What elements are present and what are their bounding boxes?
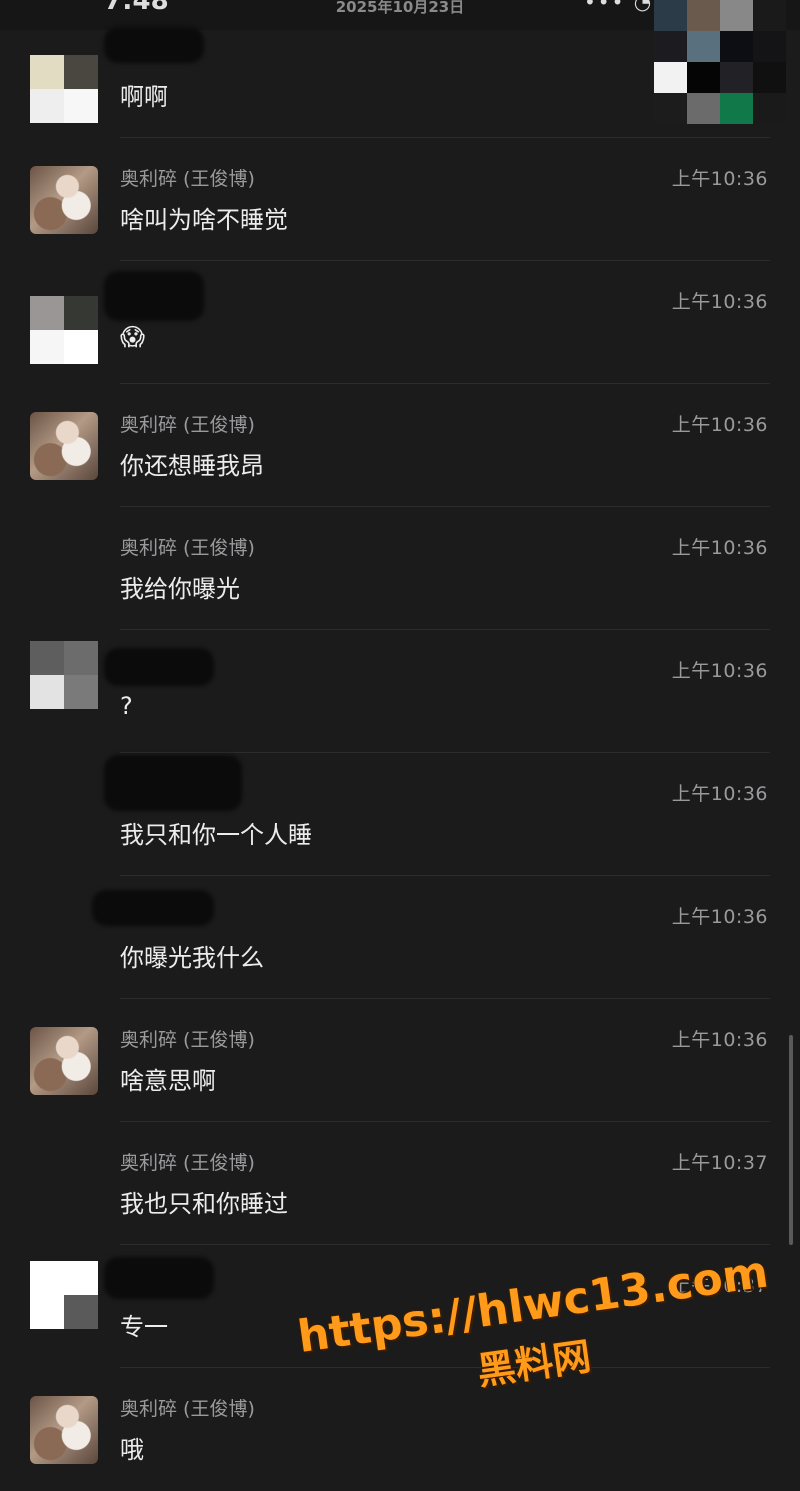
chat-message[interactable]: 上午10:36 😱 [0, 261, 800, 384]
message-time: 上午10:36 [671, 168, 768, 190]
message-text: 啥叫为啥不睡觉 [120, 206, 288, 234]
message-time: 上午10:37 [671, 1152, 768, 1174]
chat-message[interactable]: 上午10:36 ? [0, 630, 800, 753]
avatar[interactable] [30, 1261, 98, 1329]
message-text: 你还想睡我昂 [120, 452, 264, 480]
message-emoji: 😱 [120, 323, 146, 351]
scrollbar[interactable] [789, 1035, 793, 1245]
chat-message[interactable]: 奥利碎 (王俊博) 上午10:36 我给你曝光 [0, 507, 800, 630]
chat-message[interactable]: 奥利碎 (王俊博) 上午10:36 啥意思啊 [0, 999, 800, 1122]
sender-name: 奥利碎 (王俊博) [120, 168, 255, 190]
message-time: 上午10:36 [671, 783, 768, 805]
signal-icon: ••• ◔ [584, 0, 654, 14]
sender-name: 奥利碎 (王俊博) [120, 1029, 255, 1051]
avatar[interactable] [30, 641, 98, 709]
redacted-name [104, 755, 242, 811]
message-text: 你曝光我什么 [120, 944, 264, 972]
message-time: 上午10:36 [671, 906, 768, 928]
avatar[interactable] [30, 55, 98, 123]
message-text: 啥意思啊 [120, 1067, 216, 1095]
message-text: 我只和你一个人睡 [120, 821, 312, 849]
redacted-name [104, 27, 204, 63]
message-text: 啊啊 [120, 83, 168, 111]
message-text: 哦 [120, 1436, 144, 1464]
message-time: 上午10:36 [671, 414, 768, 436]
sender-name: 奥利碎 (王俊博) [120, 414, 255, 436]
chat-message[interactable]: 啊啊 [0, 15, 800, 138]
avatar[interactable] [30, 296, 98, 364]
avatar[interactable] [30, 1396, 98, 1464]
message-text: 我也只和你睡过 [120, 1190, 288, 1218]
redacted-name [92, 890, 214, 926]
message-text: 专一 [120, 1313, 168, 1341]
redacted-name [104, 1257, 214, 1299]
message-time: 上午10:36 [671, 291, 768, 313]
chat-message[interactable]: 上午10:36 你曝光我什么 [0, 876, 800, 999]
avatar[interactable] [30, 166, 98, 234]
chat-message[interactable]: 奥利碎 (王俊博) 上午10:36 啥叫为啥不睡觉 [0, 138, 800, 261]
avatar[interactable] [30, 412, 98, 480]
message-text: ? [120, 692, 133, 720]
chat-message[interactable]: 上午10:36 我只和你一个人睡 [0, 753, 800, 876]
sender-name: 奥利碎 (王俊博) [120, 1398, 255, 1420]
sender-name: 奥利碎 (王俊博) [120, 537, 255, 559]
chat-message[interactable]: 奥利碎 (王俊博) 上午10:37 我也只和你睡过 [0, 1122, 800, 1245]
sender-name: 奥利碎 (王俊博) [120, 1152, 255, 1174]
avatar[interactable] [30, 1027, 98, 1095]
message-time: 上午10:36 [671, 660, 768, 682]
redacted-name [104, 648, 214, 686]
message-text: 我给你曝光 [120, 575, 240, 603]
message-time: 上午10:36 [671, 1029, 768, 1051]
message-time: 上午10:36 [671, 537, 768, 559]
redacted-name [104, 271, 204, 321]
chat-message[interactable]: 奥利碎 (王俊博) 上午10:36 你还想睡我昂 [0, 384, 800, 507]
